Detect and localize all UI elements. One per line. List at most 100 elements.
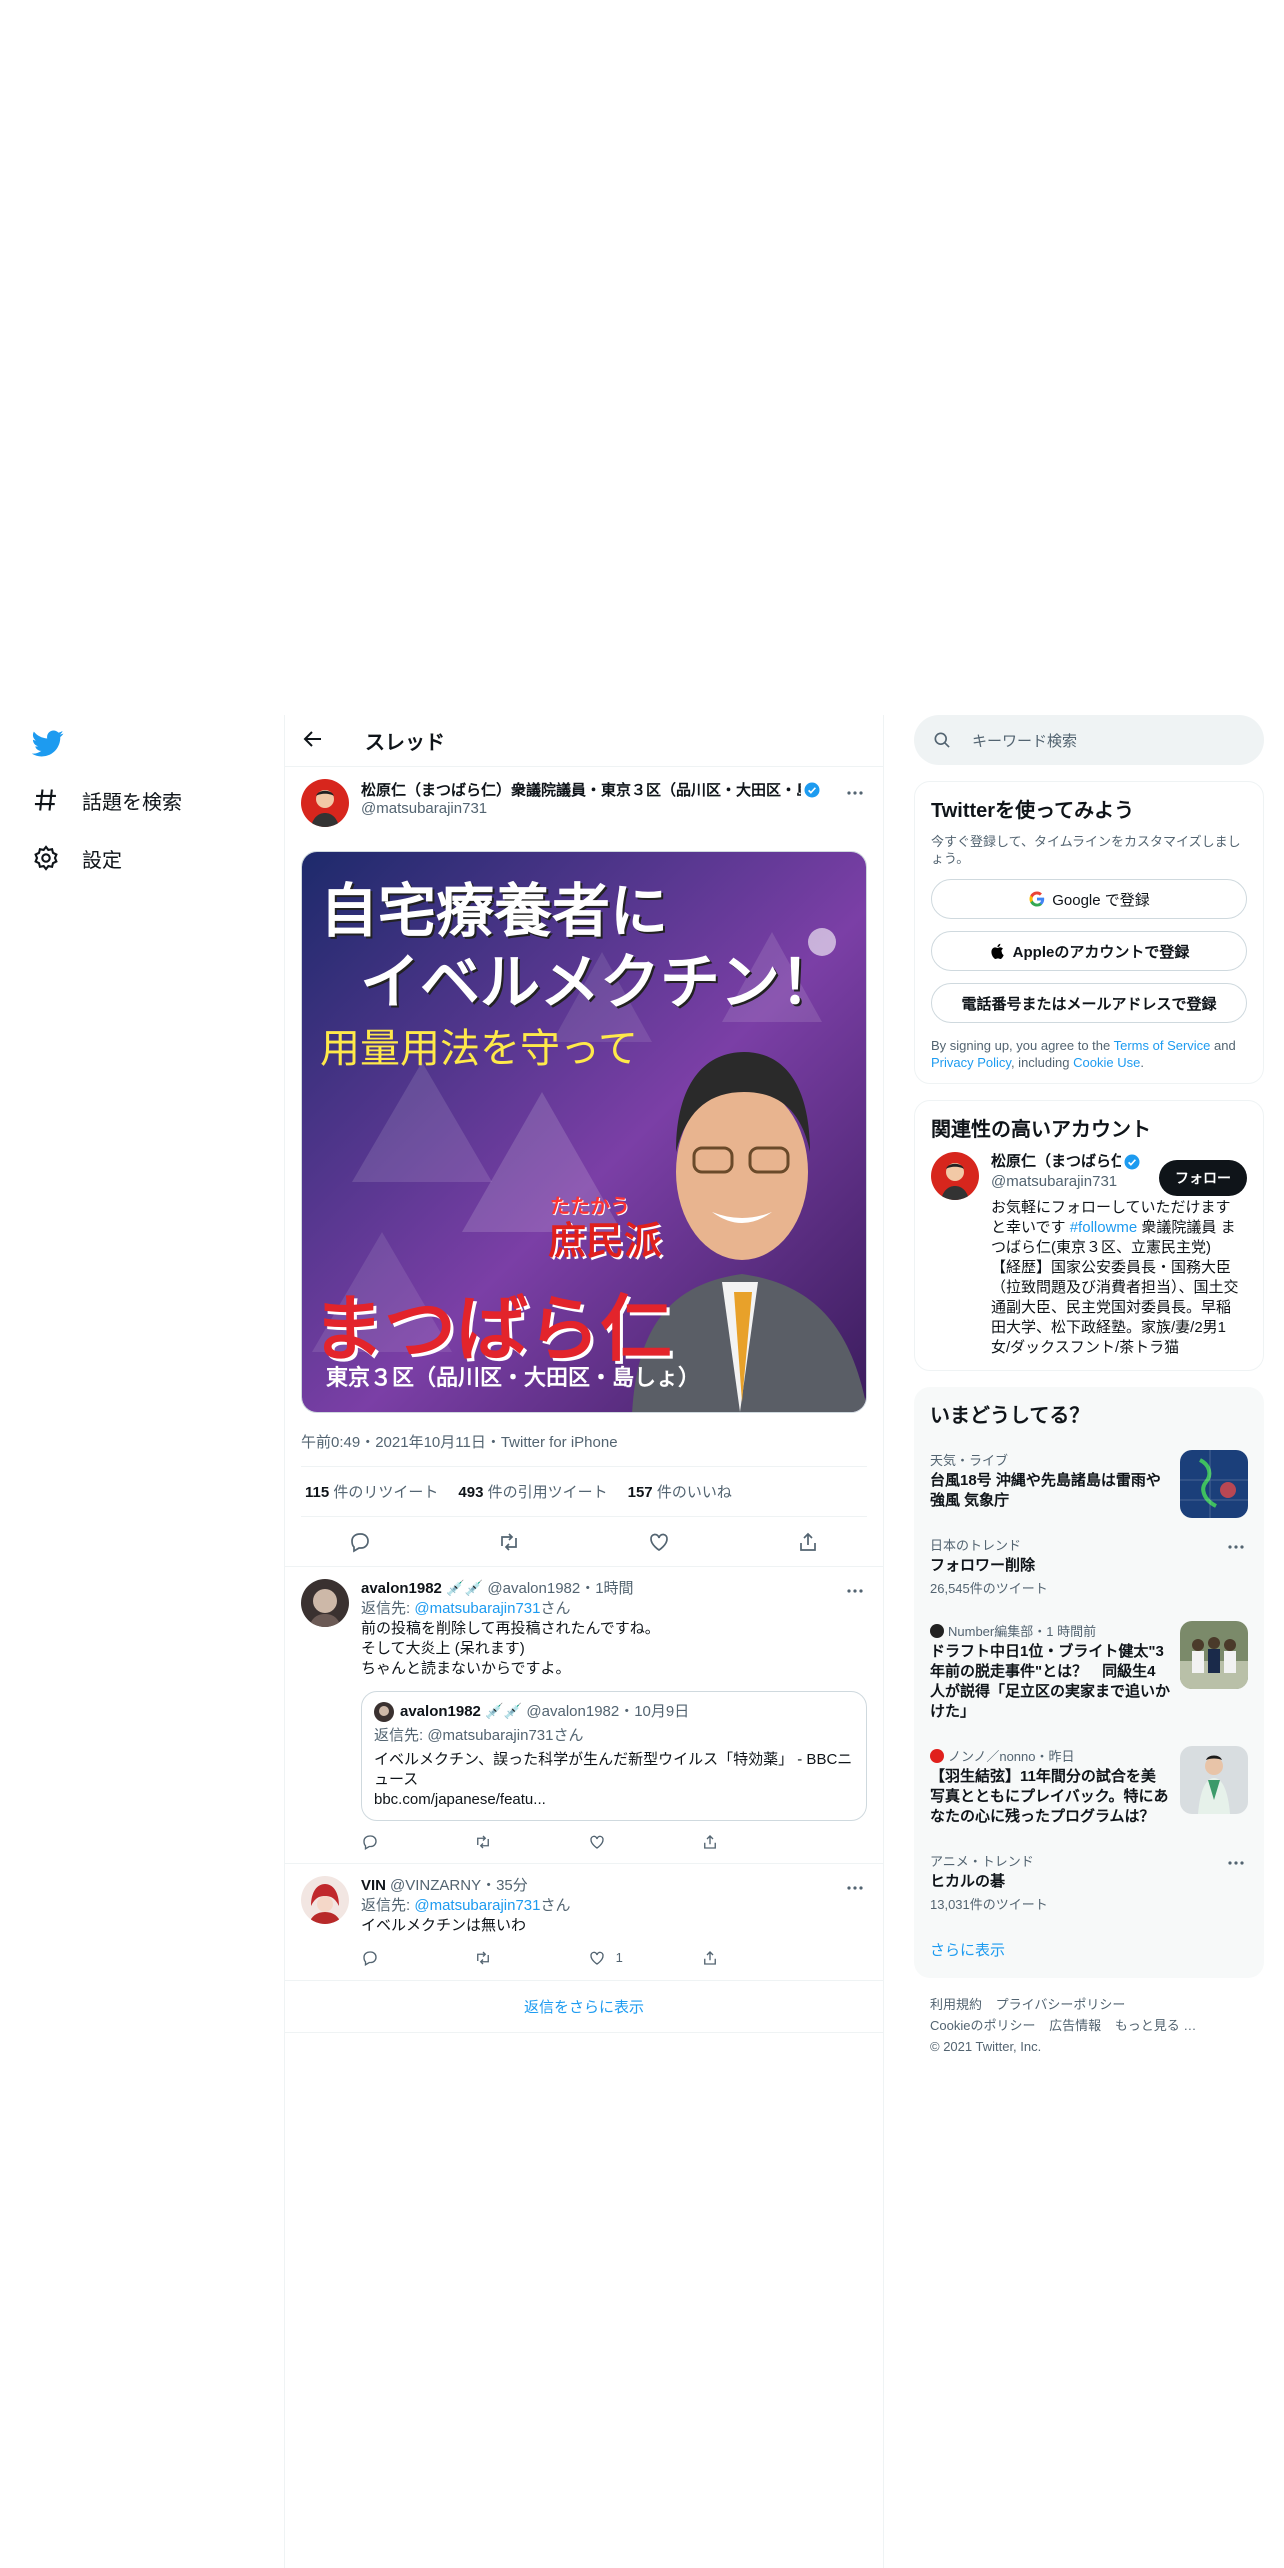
terms-link[interactable]: Terms of Service [1114, 1038, 1211, 1053]
trend-item[interactable]: アニメ・トレンド ヒカルの碁 13,031件のツイート [930, 1839, 1248, 1925]
google-signup-button[interactable]: Google で登録 [931, 879, 1247, 919]
reply-to-link[interactable]: @matsubarajin731 [414, 1897, 540, 1914]
footer-link[interactable]: プライバシーポリシー [996, 1997, 1126, 2012]
signup-card: Twitterを使ってみよう 今すぐ登録して、タイムラインをカスタマイズしましょ… [914, 781, 1264, 1084]
tweet-actions [285, 1517, 883, 1567]
reply-text-line: そして大炎上 (呆れます) [361, 1640, 525, 1657]
quote-author-handle: @avalon1982・10月9日 [526, 1703, 690, 1720]
more-options-icon[interactable] [843, 1876, 867, 1900]
quote-author-name: avalon1982 💉💉 [400, 1703, 523, 1720]
cookie-link[interactable]: Cookie Use [1073, 1055, 1140, 1070]
reply-text-line: 前の投稿を削除して再投稿されたんですね。 [361, 1620, 660, 1637]
retweet-count[interactable]: 115 件のリツイート [305, 1481, 438, 1502]
number-logo-icon [930, 1623, 944, 1638]
more-options-icon[interactable] [1224, 1535, 1248, 1559]
reply-actions [361, 1833, 791, 1851]
author-handle[interactable]: @matsubarajin731 [361, 800, 831, 817]
reply-tweet[interactable]: avalon1982 💉💉 @avalon1982・1時間 返信先: @mats… [285, 1567, 883, 1864]
twitter-bird-icon[interactable] [20, 715, 76, 771]
apple-signup-button[interactable]: Appleのアカウントで登録 [931, 931, 1247, 971]
nonno-logo-icon [930, 1748, 944, 1763]
reply-icon[interactable] [348, 1530, 372, 1554]
quote-reply-to: 返信先: @matsubarajin731さん [374, 1727, 584, 1744]
baseball-photo-thumbnail [1180, 1621, 1248, 1689]
phone-email-signup-button[interactable]: 電話番号またはメールアドレスで登録 [931, 983, 1247, 1023]
trend-item[interactable]: Number編集部・1 時間前 ドラフト中日1位・ブライト健太"3年前の脱走事件… [930, 1609, 1248, 1734]
share-icon[interactable] [796, 1530, 820, 1554]
signup-legal: By signing up, you agree to the Terms of… [931, 1038, 1236, 1070]
trend-item[interactable]: 日本のトレンド フォロワー削除 26,545件のツイート [930, 1523, 1248, 1609]
avatar[interactable] [301, 779, 349, 827]
footer-link[interactable]: 広告情報 [1049, 2018, 1101, 2033]
back-arrow-icon[interactable] [301, 727, 329, 755]
like-count[interactable]: 157 件のいいね [628, 1481, 732, 1502]
signup-subtitle: 今すぐ登録して、タイムラインをカスタマイズしましょう。 [931, 834, 1241, 866]
footer: 利用規約 プライバシーポリシー Cookieのポリシー 広告情報 もっと見る …… [914, 1994, 1264, 2057]
nav-item-label: 話題を検索 [82, 791, 182, 814]
author-name[interactable]: 松原仁（まつばら仁）衆議院議員・東京３区（品川区・大田区・島しょ） [361, 779, 801, 800]
share-icon[interactable] [701, 1948, 791, 1968]
retweet-icon[interactable] [497, 1530, 521, 1554]
share-icon[interactable] [701, 1833, 791, 1851]
left-nav: 話題を検索 設定 [20, 715, 260, 887]
page-title: スレッド [365, 732, 445, 754]
apple-logo-icon [989, 942, 1007, 960]
trend-item[interactable]: ノンノ／nonno・昨日 【羽生結弦】11年間分の試合を美写真とともにプレイバッ… [930, 1734, 1248, 1839]
related-name[interactable]: 松原仁（まつばら仁） [991, 1152, 1121, 1172]
thread-column: スレッド 松原仁（まつばら仁）衆議院議員・東京３区（品川区・大田区・島しょ） @… [284, 715, 884, 2568]
related-accounts-card: 関連性の高いアカウント 松原仁（まつばら仁） @matsubarajin731 … [914, 1100, 1264, 1371]
related-account[interactable]: 松原仁（まつばら仁） @matsubarajin731 お気軽にフォローしていた… [931, 1152, 1247, 1358]
hashtag-link[interactable]: #followme [1070, 1219, 1138, 1236]
nav-item-explore[interactable]: 話題を検索 [20, 771, 260, 829]
more-options-icon[interactable] [843, 781, 867, 805]
reply-text-line: イベルメクチンは無いわ [361, 1917, 527, 1934]
reply-author-handle[interactable]: @VINZARNY・35分 [390, 1876, 528, 1896]
like-icon[interactable] [588, 1833, 678, 1851]
show-more-trends-link[interactable]: さらに表示 [930, 1925, 1248, 1966]
trend-item[interactable]: 天気・ライブ 台風18号 沖縄や先島諸島は雷雨や強風 気象庁 [930, 1438, 1248, 1523]
image-district: 東京３区（品川区・大田区・島しょ） [326, 1366, 701, 1391]
avatar[interactable] [931, 1152, 979, 1200]
hashtag-icon [32, 786, 60, 814]
quote-link[interactable]: bbc.com/japanese/featu... [374, 1790, 854, 1810]
right-sidebar: キーワード検索 Twitterを使ってみよう 今すぐ登録して、タイムラインをカス… [914, 715, 1264, 2057]
reply-icon[interactable] [361, 1833, 451, 1851]
reply-to-link[interactable]: @matsubarajin731 [414, 1600, 540, 1617]
footer-link[interactable]: 利用規約 [930, 1997, 982, 2012]
retweet-icon[interactable] [474, 1833, 564, 1851]
tweet-stats: 115 件のリツイート 493 件の引用ツイート 157 件のいいね [301, 1467, 867, 1517]
follow-button[interactable]: フォロー [1159, 1160, 1247, 1196]
avatar[interactable] [301, 1876, 349, 1924]
reply-author-name[interactable]: avalon1982 💉💉 [361, 1579, 483, 1599]
search-placeholder: キーワード検索 [972, 732, 1078, 750]
tweet-timestamp[interactable]: 午前0:49・2021年10月11日・Twitter for iPhone [301, 1431, 867, 1467]
footer-link[interactable]: Cookieのポリシー [930, 2018, 1035, 2033]
quote-count[interactable]: 493 件の引用ツイート [458, 1481, 607, 1502]
like-count: 1 [615, 1950, 623, 1965]
reply-to: 返信先: @matsubarajin731さん [361, 1600, 571, 1617]
reply-author-name[interactable]: VIN [361, 1876, 386, 1896]
skater-photo-thumbnail [1180, 1746, 1248, 1814]
nav-item-settings[interactable]: 設定 [20, 829, 260, 887]
like-icon[interactable]: 1 [588, 1948, 678, 1968]
show-more-replies-link[interactable]: 返信をさらに表示 [285, 1981, 883, 2033]
signup-title: Twitterを使ってみよう [931, 800, 1135, 822]
avatar[interactable] [301, 1579, 349, 1627]
more-options-icon[interactable] [843, 1579, 867, 1603]
footer-link[interactable]: もっと見る … [1115, 2018, 1197, 2033]
quote-text: イベルメクチン、誤った科学が生んだ新型ウイルス「特効薬」 - BBCニュース [374, 1751, 853, 1788]
gear-icon [32, 844, 60, 872]
more-options-icon[interactable] [1224, 1851, 1248, 1875]
retweet-icon[interactable] [474, 1948, 564, 1968]
reply-icon[interactable] [361, 1948, 451, 1968]
like-icon[interactable] [647, 1530, 671, 1554]
trends-title: いまどうしてる？ [930, 1405, 1090, 1427]
reply-author-handle[interactable]: @avalon1982・1時間 [487, 1579, 633, 1599]
quoted-tweet[interactable]: avalon1982 💉💉 @avalon1982・10月9日 返信先: @ma… [361, 1691, 867, 1821]
privacy-link[interactable]: Privacy Policy [931, 1055, 1011, 1070]
search-input[interactable]: キーワード検索 [914, 715, 1264, 765]
tweet-image[interactable]: 自宅療養者に イベルメクチン！ 用量用法を守って たたかう 庶民派 まつばら仁 … [301, 851, 867, 1413]
main-tweet: 松原仁（まつばら仁）衆議院議員・東京３区（品川区・大田区・島しょ） @matsu… [285, 767, 883, 1517]
reply-tweet[interactable]: VIN @VINZARNY・35分 返信先: @matsubarajin731さ… [285, 1864, 883, 1981]
reply-to: 返信先: @matsubarajin731さん [361, 1897, 571, 1914]
